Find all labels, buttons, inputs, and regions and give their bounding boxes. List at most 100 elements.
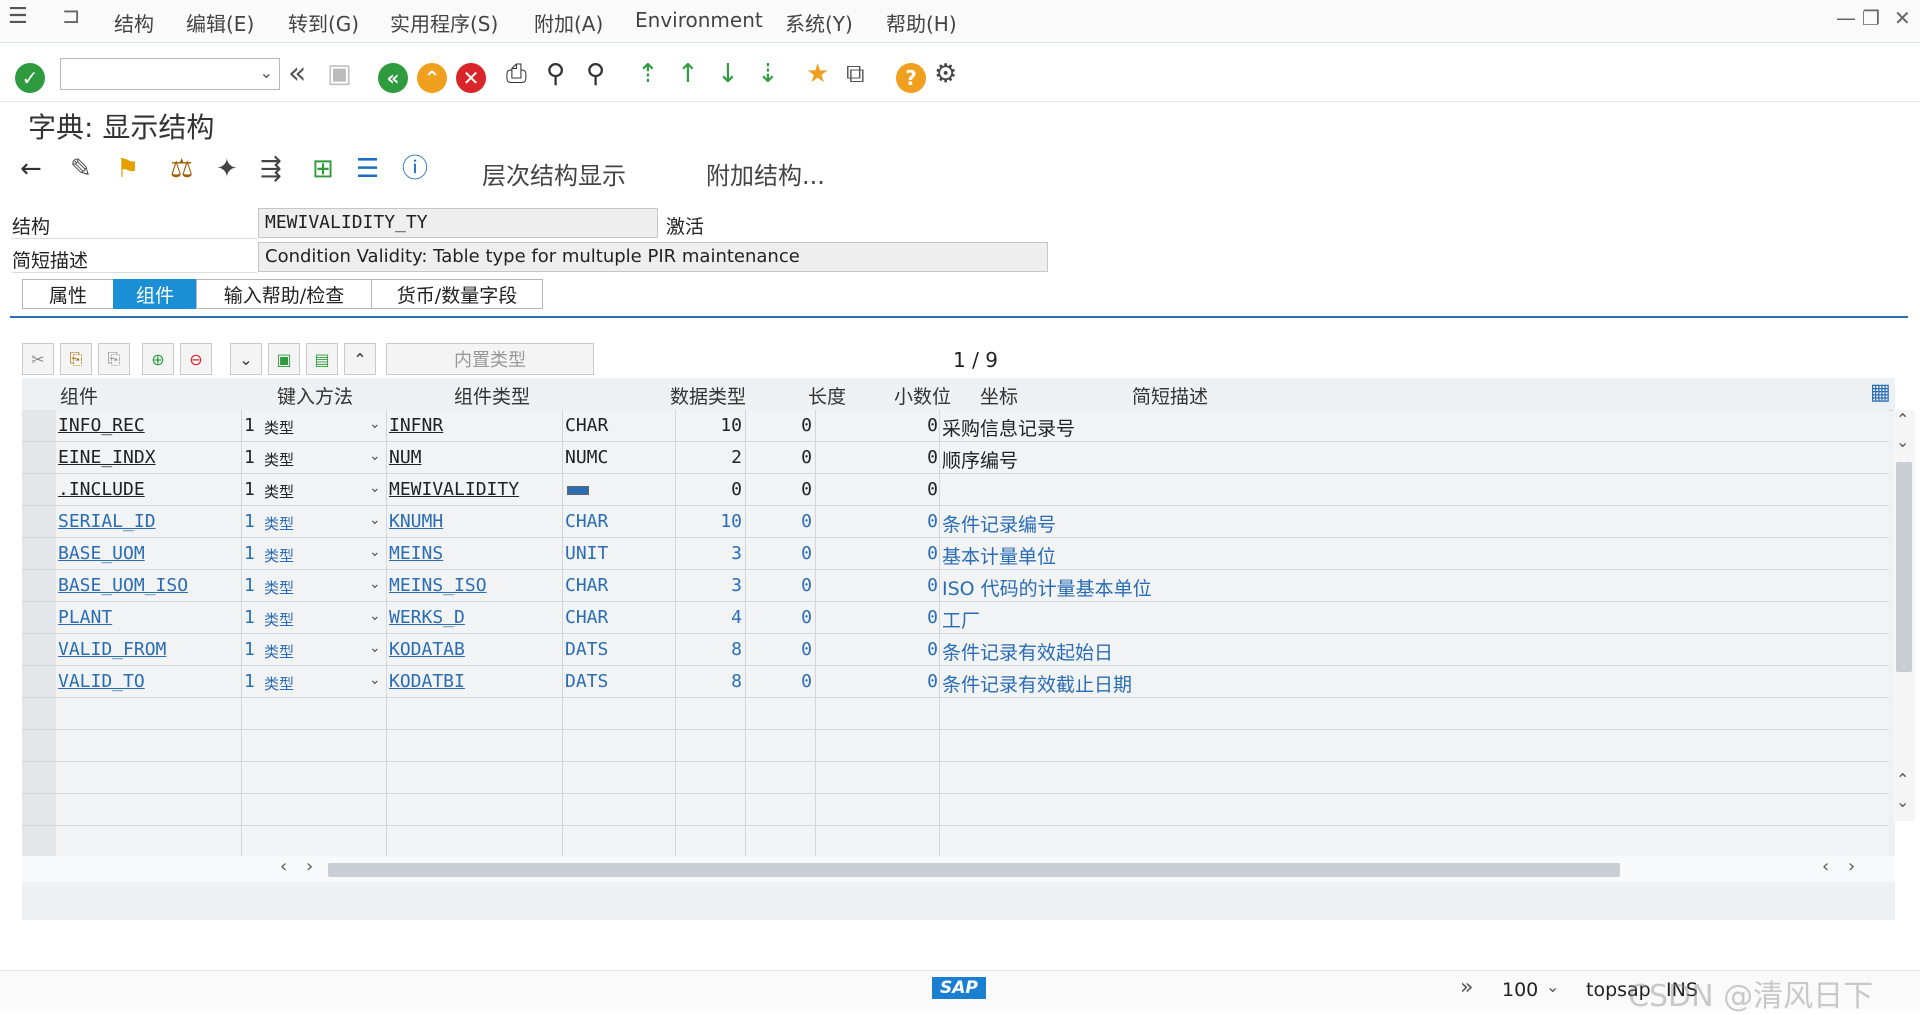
- scroll-left-icon[interactable]: ‹: [280, 858, 287, 876]
- command-field[interactable]: ⌄: [60, 58, 280, 90]
- find-next-icon[interactable]: ⚲: [586, 61, 605, 87]
- row-selector[interactable]: [22, 442, 56, 474]
- component-type[interactable]: NUM: [389, 447, 422, 468]
- table-row[interactable]: PLANT 1 类型 ⌄ WERKS_D CHAR 4 0 0 工厂: [56, 602, 1889, 634]
- component-type[interactable]: KODATAB: [389, 639, 465, 660]
- tab-components[interactable]: 组件: [113, 279, 197, 309]
- previous-page-icon[interactable]: ↑: [677, 61, 699, 87]
- component-name[interactable]: EINE_INDX: [58, 447, 156, 468]
- scroll-right-icon[interactable]: ›: [306, 858, 313, 876]
- component-type[interactable]: KNUMH: [389, 511, 443, 532]
- chevron-down-icon[interactable]: ⌄: [369, 416, 381, 432]
- info-icon[interactable]: ⓘ: [402, 156, 428, 182]
- menu-icon[interactable]: ☰: [8, 6, 28, 28]
- component-name[interactable]: .INCLUDE: [58, 479, 145, 500]
- pin-icon[interactable]: ⊐: [62, 6, 80, 28]
- menu-item-environment[interactable]: Environment: [635, 8, 763, 32]
- col-short-desc[interactable]: 简短描述: [1132, 382, 1208, 409]
- table-row[interactable]: INFO_REC 1 类型 ⌄ INFNR CHAR 10 0 0 采购信息记录号: [56, 410, 1889, 442]
- chevron-down-icon[interactable]: ⌄: [369, 512, 381, 528]
- find-icon[interactable]: ⚲: [546, 61, 565, 87]
- empty-row[interactable]: [56, 730, 1889, 762]
- check-icon[interactable]: ⚖: [170, 156, 193, 182]
- menu-item-utilities[interactable]: 实用程序(S): [390, 8, 498, 37]
- menu-item-help[interactable]: 帮助(H): [886, 8, 957, 37]
- print-icon[interactable]: ⎙: [506, 61, 527, 87]
- empty-row[interactable]: [56, 762, 1889, 794]
- table-row[interactable]: .INCLUDE 1 类型 ⌄ MEWIVALIDITY 0 0 0: [56, 474, 1889, 506]
- close-icon[interactable]: ✕: [1894, 6, 1911, 30]
- component-name[interactable]: VALID_TO: [58, 671, 145, 692]
- where-used-icon[interactable]: ⇶: [260, 156, 282, 182]
- row-selector[interactable]: [22, 538, 56, 570]
- cancel-icon[interactable]: ✕: [456, 63, 486, 93]
- column-settings-icon[interactable]: ▦: [1870, 380, 1891, 405]
- component-type[interactable]: MEWIVALIDITY: [389, 479, 519, 500]
- cut-row-icon[interactable]: ✂: [22, 343, 54, 375]
- empty-row[interactable]: [56, 826, 1889, 858]
- component-type[interactable]: WERKS_D: [389, 607, 465, 628]
- menu-item-system[interactable]: 系统(Y): [785, 8, 853, 37]
- col-data-type[interactable]: 数据类型: [670, 382, 746, 409]
- page-up-icon[interactable]: ⌃: [1896, 772, 1909, 788]
- row-selector[interactable]: [22, 474, 56, 506]
- create-session-icon[interactable]: ★: [806, 61, 829, 87]
- empty-row[interactable]: [56, 794, 1889, 826]
- list-icon[interactable]: ☰: [356, 156, 379, 182]
- magic-wand-icon[interactable]: ✦: [216, 156, 238, 182]
- row-selector[interactable]: [22, 826, 56, 858]
- component-name[interactable]: BASE_UOM: [58, 543, 145, 564]
- component-name[interactable]: PLANT: [58, 607, 112, 628]
- tab-input-help[interactable]: 输入帮助/检查: [196, 279, 372, 309]
- shortcut-icon[interactable]: ⧉: [846, 61, 865, 87]
- chevron-down-icon[interactable]: ⌄: [369, 608, 381, 624]
- scroll-right-end-icon[interactable]: ›: [1848, 858, 1855, 876]
- enter-icon[interactable]: ✓: [15, 63, 45, 93]
- scroll-down-icon[interactable]: ⌄: [1896, 434, 1909, 450]
- menu-item-goto[interactable]: 转到(G): [288, 8, 359, 37]
- settings-icon[interactable]: ⚙: [934, 61, 957, 87]
- menu-item-extras[interactable]: 附加(A): [534, 8, 603, 37]
- paste-row-icon[interactable]: ⎘: [98, 343, 130, 375]
- vertical-scrollbar[interactable]: ⌃ ⌄ ⌃ ⌄: [1893, 410, 1915, 821]
- collapse-command-icon[interactable]: «: [288, 59, 306, 89]
- empty-row[interactable]: [56, 698, 1889, 730]
- next-page-icon[interactable]: ↓: [717, 61, 739, 87]
- row-selector[interactable]: [22, 634, 56, 666]
- horizontal-scrollbar[interactable]: ‹ › ‹ ›: [22, 856, 1895, 882]
- component-type[interactable]: INFNR: [389, 415, 443, 436]
- chevron-down-icon[interactable]: ⌄: [369, 448, 381, 464]
- chevron-down-icon[interactable]: ⌄: [369, 480, 381, 496]
- hierarchy-icon[interactable]: ⊞: [312, 156, 334, 182]
- menu-item-structure[interactable]: 结构: [114, 8, 154, 37]
- component-type[interactable]: MEINS: [389, 543, 443, 564]
- insert-row-icon[interactable]: ⊕: [142, 343, 174, 375]
- row-selector[interactable]: [22, 698, 56, 730]
- scroll-left-end-icon[interactable]: ‹: [1822, 858, 1829, 876]
- component-name[interactable]: INFO_REC: [58, 415, 145, 436]
- chevron-down-icon[interactable]: ⌄: [260, 63, 273, 82]
- col-coordinate[interactable]: 坐标: [980, 382, 1018, 409]
- chevron-down-icon[interactable]: ⌄: [369, 544, 381, 560]
- row-selector[interactable]: [22, 602, 56, 634]
- back-icon[interactable]: «: [378, 63, 408, 93]
- collapse-all-icon[interactable]: ⌃: [344, 343, 376, 375]
- tab-attributes[interactable]: 属性: [22, 279, 114, 309]
- component-name[interactable]: BASE_UOM_ISO: [58, 575, 188, 596]
- hscroll-thumb[interactable]: [328, 863, 1620, 877]
- component-name[interactable]: SERIAL_ID: [58, 511, 156, 532]
- structure-field[interactable]: MEWIVALIDITY_TY: [258, 208, 658, 238]
- arrow-left-icon[interactable]: ←: [20, 156, 42, 182]
- row-selector[interactable]: [22, 570, 56, 602]
- scroll-up-icon[interactable]: ⌃: [1896, 412, 1909, 428]
- builtin-type-button[interactable]: 内置类型: [386, 343, 594, 375]
- expand-all-icon[interactable]: ⌄: [230, 343, 262, 375]
- hierarchy-display-button[interactable]: 层次结构显示: [482, 156, 626, 191]
- last-page-icon[interactable]: ⇣: [757, 61, 779, 87]
- detail-icon[interactable]: ▣: [268, 343, 300, 375]
- tab-currency-quantity[interactable]: 货币/数量字段: [371, 279, 543, 309]
- row-selector[interactable]: [22, 762, 56, 794]
- component-type[interactable]: KODATBI: [389, 671, 465, 692]
- table-row[interactable]: VALID_FROM 1 类型 ⌄ KODATAB DATS 8 0 0 条件记录有效起始日: [56, 634, 1889, 666]
- chevron-down-icon[interactable]: ⌄: [1546, 977, 1559, 996]
